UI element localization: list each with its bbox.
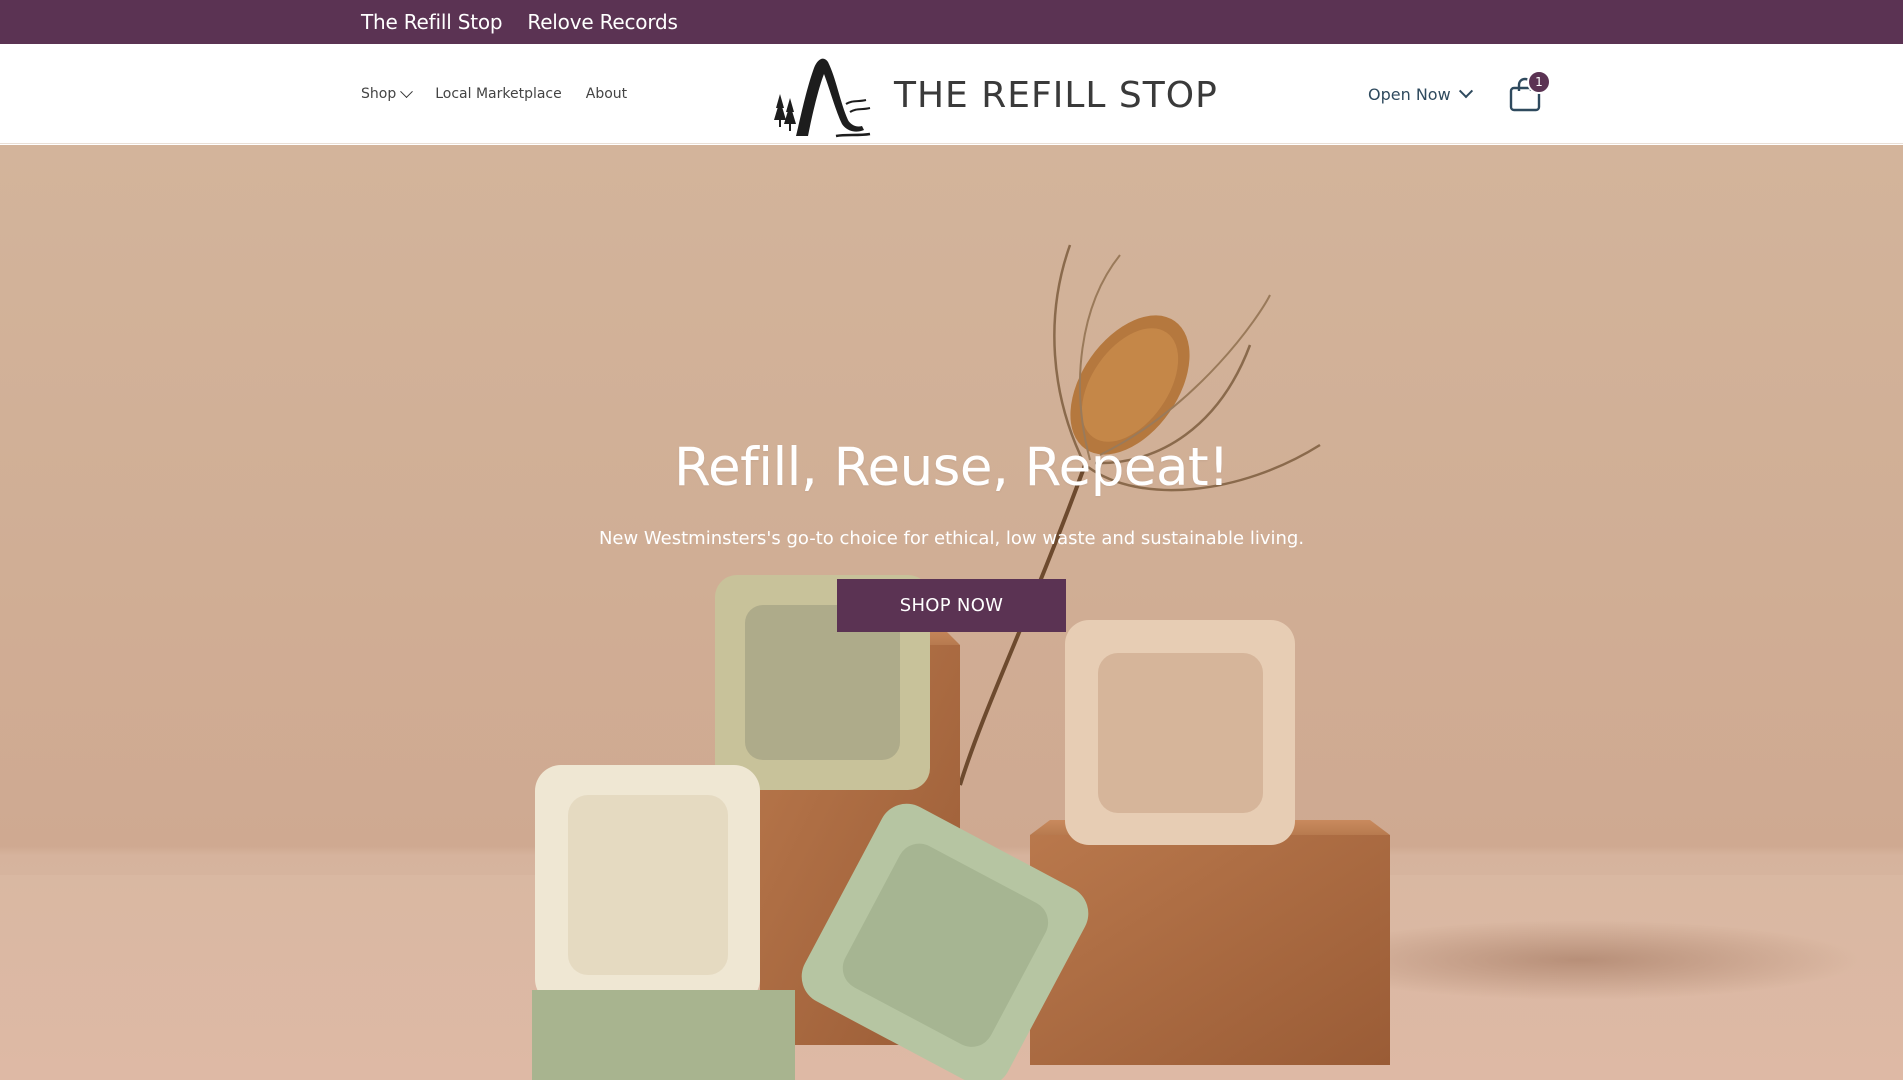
brand-name: THE REFILL STOP bbox=[894, 74, 1218, 116]
store-switcher-bar: The Refill Stop Relove Records bbox=[0, 0, 1903, 44]
nav-item-local-marketplace-label: Local Marketplace bbox=[435, 86, 562, 102]
nav-item-local-marketplace[interactable]: Local Marketplace bbox=[435, 86, 562, 102]
nav-item-about[interactable]: About bbox=[586, 86, 627, 102]
nav-item-shop-label: Shop bbox=[361, 86, 397, 102]
shop-now-button[interactable]: SHOP NOW bbox=[837, 579, 1066, 632]
open-hours-label: Open Now bbox=[1368, 84, 1451, 104]
mountain-trees-logo-icon bbox=[774, 58, 871, 138]
nav-item-shop[interactable]: Shop bbox=[361, 84, 414, 102]
open-hours-dropdown[interactable]: Open Now bbox=[1368, 44, 1473, 144]
cart-count-badge: 1 bbox=[1527, 70, 1551, 94]
store-link-refill-stop[interactable]: The Refill Stop bbox=[361, 10, 503, 34]
cart-button[interactable]: 1 bbox=[1508, 70, 1551, 115]
store-link-relove-records[interactable]: Relove Records bbox=[527, 10, 678, 34]
hero-subtitle: New Westminsters's go-to choice for ethi… bbox=[598, 528, 1305, 549]
nav-item-about-label: About bbox=[585, 86, 628, 102]
hero-content: Refill, Reuse, Repeat! New Westminsters'… bbox=[0, 437, 1903, 632]
hero-title: Refill, Reuse, Repeat! bbox=[674, 437, 1229, 498]
main-nav: Shop Local Marketplace About bbox=[361, 44, 627, 144]
site-header: Shop Local Marketplace About THE REFILL … bbox=[0, 44, 1903, 144]
brand-logo[interactable]: THE REFILL STOP bbox=[766, 50, 1218, 140]
chevron-down-icon bbox=[1458, 84, 1473, 99]
chevron-down-icon bbox=[400, 84, 414, 98]
hero-banner: Refill, Reuse, Repeat! New Westminsters'… bbox=[0, 145, 1903, 1080]
